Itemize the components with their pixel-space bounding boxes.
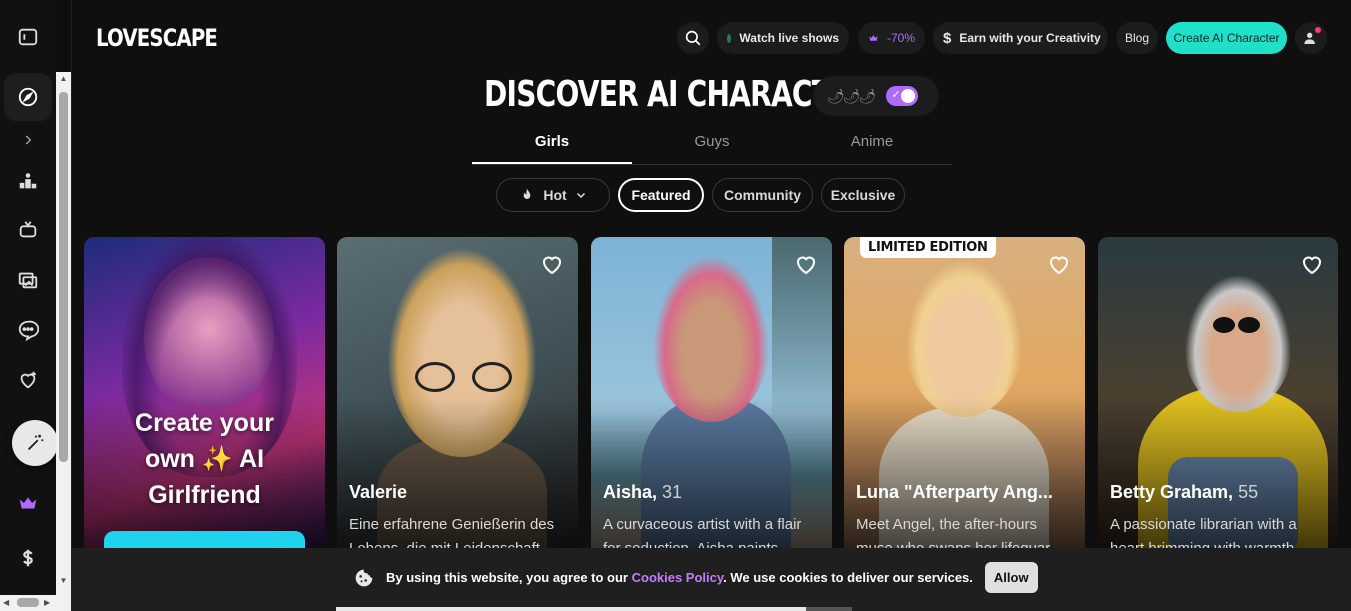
bottom-strip-2 xyxy=(806,607,852,611)
h-scrollbar-thumb[interactable] xyxy=(17,598,39,607)
vertical-scrollbar[interactable]: ▲ ▼ xyxy=(56,72,71,611)
blog-link[interactable]: Blog xyxy=(1116,22,1158,54)
crown-icon xyxy=(869,35,878,41)
earn-label: Earn with your Creativity xyxy=(959,31,1101,45)
crown-icon[interactable] xyxy=(4,479,52,527)
filter-featured[interactable]: Featured xyxy=(618,178,704,212)
category-tabs: Girls Guys Anime xyxy=(472,128,952,165)
character-card[interactable]: Betty Graham, 55 A passionate librarian … xyxy=(1098,237,1338,557)
create-character-button[interactable]: Create AI Character xyxy=(1166,22,1287,54)
spicy-toggle[interactable]: 🌶🌶🌶 ✓ xyxy=(813,76,939,116)
scroll-up-icon[interactable]: ▲ xyxy=(59,74,68,84)
dollar-icon[interactable] xyxy=(4,534,52,582)
spicy-switch[interactable]: ✓ xyxy=(886,86,919,106)
character-card[interactable]: Aisha, 31 A curvaceous artist with a fla… xyxy=(591,237,832,557)
cookies-policy-link[interactable]: Cookies Policy xyxy=(632,570,724,585)
character-name: Luna "Afterparty Ang... xyxy=(856,482,1053,502)
create-card-title: Create your own ✨ AI Girlfriend xyxy=(135,409,274,509)
sidebar-toggle-icon[interactable] xyxy=(4,13,52,61)
limited-edition-badge: LIMITED EDITION xyxy=(860,237,996,258)
sidebar xyxy=(0,0,58,611)
chat-icon[interactable] xyxy=(4,306,52,354)
leaderboard-icon[interactable] xyxy=(4,157,52,205)
sort-dropdown[interactable]: Hot xyxy=(496,178,610,212)
character-card[interactable]: LIMITED EDITION Luna "Afterparty Ang... … xyxy=(844,237,1085,557)
scroll-left-icon[interactable]: ◀ xyxy=(3,598,9,607)
discount-label: -70% xyxy=(886,31,915,45)
watch-live-label: Watch live shows xyxy=(739,31,839,45)
filter-community[interactable]: Community xyxy=(712,178,813,212)
character-name: Betty Graham, 55 xyxy=(1110,482,1259,502)
create-girlfriend-card[interactable]: Create your own ✨ AI Girlfriend xyxy=(84,237,325,557)
tab-girls[interactable]: Girls xyxy=(472,128,632,164)
fire-icon xyxy=(523,188,531,199)
magic-wand-icon[interactable] xyxy=(12,420,58,466)
search-button[interactable] xyxy=(677,22,709,54)
blog-label: Blog xyxy=(1124,31,1150,45)
compass-icon[interactable] xyxy=(4,73,52,121)
dollar-icon: $ xyxy=(943,29,952,47)
chevron-down-icon xyxy=(576,192,585,199)
horizontal-scrollbar[interactable]: ◀ ▶ xyxy=(0,595,56,611)
filter-exclusive[interactable]: Exclusive xyxy=(821,178,905,212)
pepper-icon: 🌶🌶🌶 xyxy=(827,87,876,104)
tab-guys[interactable]: Guys xyxy=(632,128,792,164)
scroll-down-icon[interactable]: ▼ xyxy=(59,576,68,586)
character-name: Aisha, 31 xyxy=(603,482,683,502)
account-button[interactable] xyxy=(1295,22,1327,54)
favorite-heart-icon[interactable] xyxy=(794,253,818,277)
allow-cookies-button[interactable]: Allow xyxy=(984,562,1038,593)
character-name: Valerie xyxy=(349,482,408,502)
notification-dot xyxy=(1315,27,1321,33)
glasses-shape xyxy=(415,362,455,392)
cookie-banner: By using this website, you agree to our … xyxy=(72,548,1351,611)
favorite-heart-icon[interactable] xyxy=(1047,253,1071,277)
bottom-strip xyxy=(336,607,806,611)
favorite-heart-icon[interactable] xyxy=(1300,253,1324,277)
discount-button[interactable]: -70% xyxy=(858,22,925,54)
heart-plus-icon[interactable] xyxy=(4,356,52,404)
character-card[interactable]: Valerie Eine erfahrene Genießerin des Le… xyxy=(337,237,578,557)
scroll-right-icon[interactable]: ▶ xyxy=(44,598,50,607)
sort-label: Hot xyxy=(543,187,567,203)
cookie-text: By using this website, you agree to our … xyxy=(386,570,973,585)
favorite-heart-icon[interactable] xyxy=(540,253,564,277)
check-icon: ✓ xyxy=(891,89,901,101)
sidebar-divider xyxy=(71,0,72,611)
earn-button[interactable]: $ Earn with your Creativity xyxy=(933,22,1108,54)
tv-icon[interactable] xyxy=(4,206,52,254)
cookie-icon xyxy=(355,569,373,586)
brand-logo[interactable]: LOVESCAPE xyxy=(96,24,218,52)
create-character-label: Create AI Character xyxy=(1173,31,1280,45)
search-icon xyxy=(685,30,701,46)
watch-live-button[interactable]: Watch live shows xyxy=(717,22,849,54)
tab-anime[interactable]: Anime xyxy=(792,128,952,164)
live-dot-icon xyxy=(727,33,732,43)
scrollbar-thumb[interactable] xyxy=(59,92,68,462)
gallery-icon[interactable] xyxy=(4,256,52,304)
